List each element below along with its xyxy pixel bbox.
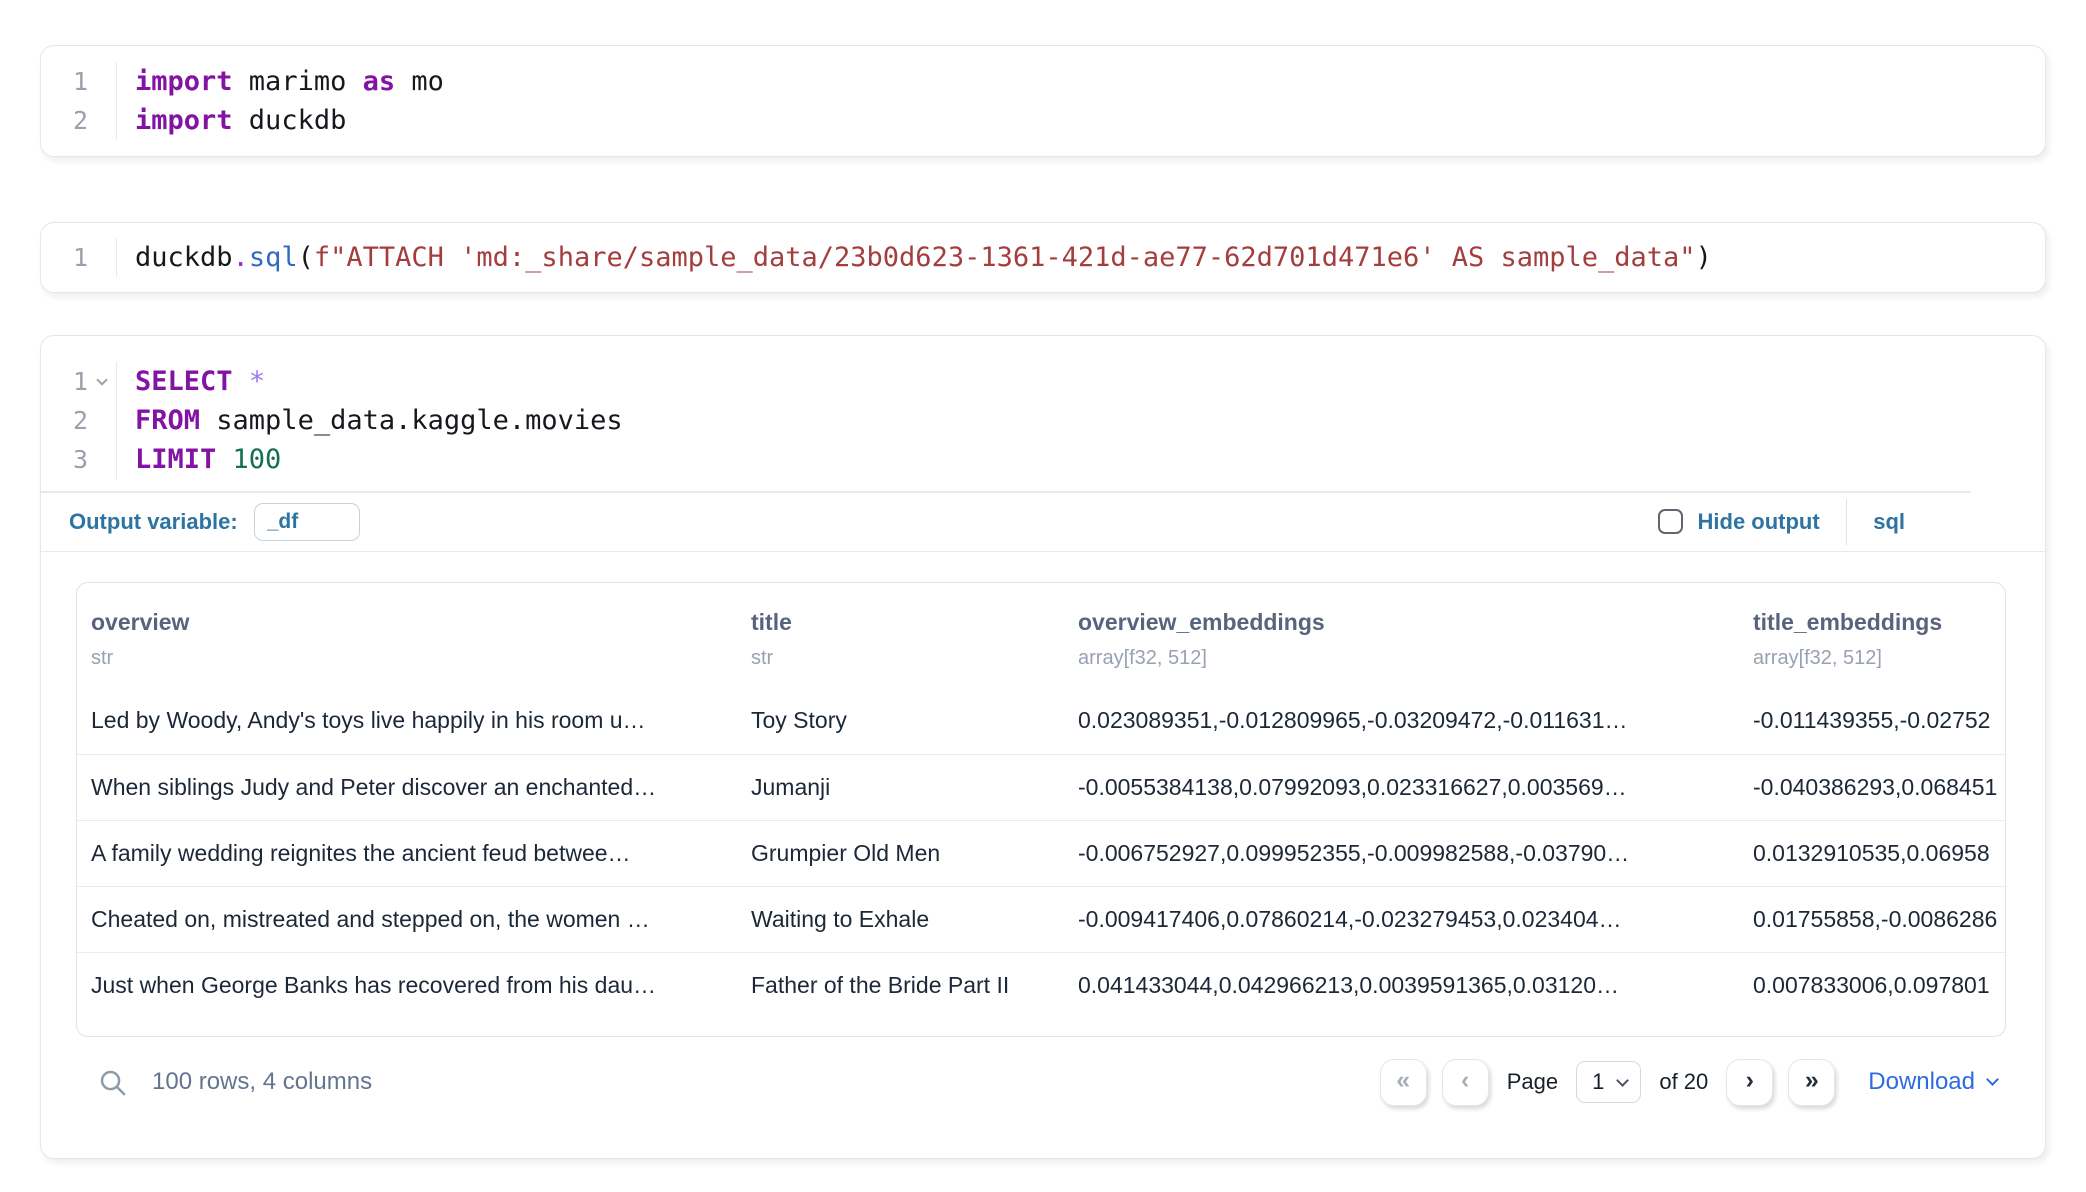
output-controls: Hide output sql: [1658, 499, 1906, 545]
divider: [41, 551, 2045, 553]
table-cell[interactable]: -0.009417406,0.07860214,-0.023279453,0.0…: [1064, 886, 1739, 952]
line-number: 2: [73, 406, 88, 435]
last-page-icon: »: [1805, 1066, 1819, 1095]
download-button[interactable]: Download: [1868, 1068, 1997, 1096]
table-footer: 100 rows, 4 columns « ‹ Page 1 of 20 › »…: [41, 1049, 2045, 1115]
prev-page-button[interactable]: ‹: [1442, 1059, 1489, 1106]
table-cell[interactable]: Cheated on, mistreated and stepped on, t…: [77, 886, 737, 952]
table-cell[interactable]: Waiting to Exhale: [737, 886, 1064, 952]
code-cell-sql: 1 2 3 SELECT *FROM sample_data.kaggle.movi…: [40, 335, 2046, 1159]
column-header-title_embeddings[interactable]: title_embeddings array[f32, 512]: [1739, 583, 2006, 688]
line-number-gutter: 12: [41, 62, 117, 140]
row-count-summary: 100 rows, 4 columns: [152, 1068, 372, 1096]
table-cell[interactable]: Toy Story: [737, 688, 1064, 754]
last-page-button[interactable]: »: [1788, 1059, 1835, 1106]
line-number-gutter: 1 2 3: [41, 362, 117, 479]
first-page-icon: «: [1396, 1066, 1410, 1095]
table-header-row: overview str title str overview_embeddingsar…: [77, 583, 2006, 688]
column-header-overview_embeddings[interactable]: overview_embeddings array[f32, 512]: [1064, 583, 1739, 688]
code-cell-imports: 12 import marimo as moimport duckdb: [40, 45, 2046, 157]
table-cell[interactable]: Father of the Bride Part II: [737, 952, 1064, 1018]
fold-chevron-icon[interactable]: [88, 379, 116, 384]
table-cell[interactable]: A family wedding reignites the ancient f…: [77, 820, 737, 886]
table-cell[interactable]: 0.023089351,-0.012809965,-0.03209472,-0.…: [1064, 688, 1739, 754]
output-variable-group: Output variable:: [69, 503, 360, 541]
table-row: When siblings Judy and Peter discover an…: [77, 754, 2006, 820]
output-bar: Output variable: Hide output sql: [41, 493, 2045, 551]
table-cell[interactable]: -0.040386293,0.068451: [1739, 754, 2006, 820]
line-number: 1: [73, 243, 88, 272]
prev-page-icon: ‹: [1461, 1066, 1469, 1095]
table-cell[interactable]: When siblings Judy and Peter discover an…: [77, 754, 737, 820]
column-name: overview_embeddings: [1078, 609, 1725, 636]
pagination: « ‹ Page 1 of 20 › » Download: [1380, 1059, 1997, 1106]
code-line[interactable]: SELECT *: [135, 362, 2045, 401]
page-select-value: 1: [1592, 1069, 1604, 1095]
column-header-title[interactable]: title str: [737, 583, 1064, 688]
table-cell[interactable]: 0.0132910535,0.06958: [1739, 820, 2006, 886]
next-page-icon: ›: [1746, 1066, 1754, 1095]
vertical-separator: [1846, 499, 1848, 545]
dataframe-table: overview str title str overview_embeddingsar…: [77, 583, 2006, 1018]
table-cell[interactable]: Jumanji: [737, 754, 1064, 820]
code-line[interactable]: FROM sample_data.kaggle.movies: [135, 401, 2045, 440]
dataframe-table-card: overview str title str overview_embeddingsar…: [76, 582, 2006, 1037]
output-variable-input[interactable]: [254, 503, 360, 541]
column-name: title_embeddings: [1753, 609, 1995, 636]
code-line[interactable]: import marimo as mo: [135, 62, 2045, 101]
chevron-down-icon: [1986, 1073, 1999, 1086]
table-row: A family wedding reignites the ancient f…: [77, 820, 2006, 886]
code-line[interactable]: import duckdb: [135, 101, 2045, 140]
code-cell-attach: 1 duckdb.sql(f"ATTACH 'md:_share/sample_…: [40, 222, 2046, 293]
hide-output-checkbox[interactable]: [1658, 509, 1683, 534]
code-line[interactable]: LIMIT 100: [135, 440, 2045, 479]
code-line[interactable]: duckdb.sql(f"ATTACH 'md:_share/sample_da…: [135, 238, 2045, 277]
column-type: str: [751, 647, 1050, 670]
column-name: title: [751, 609, 1050, 636]
page-total-label: of 20: [1659, 1069, 1708, 1095]
table-row: Cheated on, mistreated and stepped on, t…: [77, 886, 2006, 952]
page-label: Page: [1507, 1069, 1558, 1095]
language-badge[interactable]: sql: [1873, 509, 1905, 535]
line-number: 1: [73, 367, 88, 396]
line-number: 3: [73, 445, 88, 474]
line-number: 2: [73, 106, 88, 135]
first-page-button[interactable]: «: [1380, 1059, 1427, 1106]
table-cell[interactable]: 0.007833006,0.097801: [1739, 952, 2006, 1018]
table-cell[interactable]: -0.011439355,-0.02752: [1739, 688, 2006, 754]
column-type: array[f32, 512]: [1078, 647, 1725, 670]
code-editor[interactable]: 1 duckdb.sql(f"ATTACH 'md:_share/sample_…: [41, 223, 2045, 292]
table-cell[interactable]: -0.0055384138,0.07992093,0.023316627,0.0…: [1064, 754, 1739, 820]
table-row: Just when George Banks has recovered fro…: [77, 952, 2006, 1018]
table-cell[interactable]: -0.006752927,0.099952355,-0.009982588,-0…: [1064, 820, 1739, 886]
download-label: Download: [1868, 1068, 1975, 1096]
table-footer-left: 100 rows, 4 columns: [97, 1067, 372, 1098]
code-lines[interactable]: import marimo as moimport duckdb: [117, 62, 2045, 140]
table-cell[interactable]: Led by Woody, Andy's toys live happily i…: [77, 688, 737, 754]
code-lines[interactable]: SELECT *FROM sample_data.kaggle.moviesLI…: [117, 362, 2045, 479]
column-header-overview[interactable]: overview str: [77, 583, 737, 688]
column-type: str: [91, 647, 723, 670]
table-cell[interactable]: 0.01755858,-0.0086286: [1739, 886, 2006, 952]
hide-output-label[interactable]: Hide output: [1698, 509, 1820, 535]
column-type: array[f32, 512]: [1753, 647, 1995, 670]
code-editor[interactable]: 12 import marimo as moimport duckdb: [41, 46, 2045, 154]
table-cell[interactable]: 0.041433044,0.042966213,0.0039591365,0.0…: [1064, 952, 1739, 1018]
table-cell[interactable]: Grumpier Old Men: [737, 820, 1064, 886]
search-icon[interactable]: [97, 1067, 128, 1098]
code-editor[interactable]: 1 2 3 SELECT *FROM sample_data.kaggle.movi…: [41, 336, 2045, 491]
table-cell[interactable]: Just when George Banks has recovered fro…: [77, 952, 737, 1018]
page-select[interactable]: 1: [1576, 1061, 1641, 1103]
line-number-gutter: 1: [41, 238, 117, 277]
code-lines[interactable]: duckdb.sql(f"ATTACH 'md:_share/sample_da…: [117, 238, 2045, 277]
next-page-button[interactable]: ›: [1726, 1059, 1773, 1106]
column-name: overview: [91, 609, 723, 636]
line-number: 1: [73, 67, 88, 96]
output-variable-label: Output variable:: [69, 509, 238, 535]
chevron-down-icon: [1616, 1074, 1629, 1087]
table-row: Led by Woody, Andy's toys live happily i…: [77, 688, 2006, 754]
